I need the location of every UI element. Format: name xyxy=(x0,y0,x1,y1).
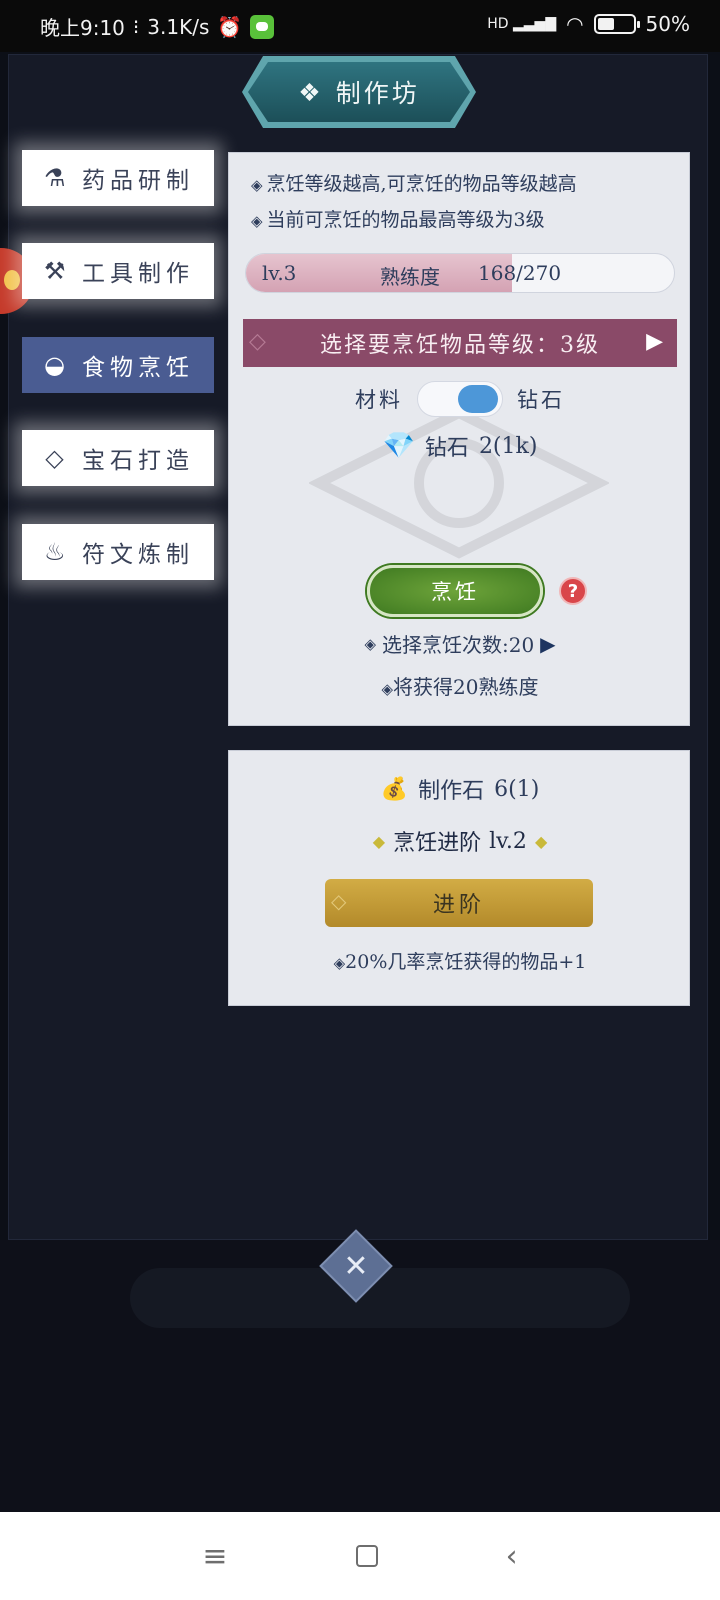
cost-label: 钻石 xyxy=(424,436,469,461)
stone-value: 6(1) xyxy=(494,776,540,802)
status-left: 晚上9:10 ⁝ 3.1K/s ⏰ xyxy=(40,12,275,41)
yellow-diamond-icon: ◆ xyxy=(372,831,386,851)
sidebar-item-runes[interactable]: ♨ 符文炼制 xyxy=(22,524,214,580)
advance-panel: 💰 制作石 6(1) ◆ 烹饪进阶 lv.2 ◆ ◇ 进阶 ◈20%几率烹饪获得… xyxy=(228,750,690,1006)
alarm-icon: ⏰ xyxy=(217,14,243,39)
cook-button[interactable]: 烹饪 xyxy=(367,565,543,617)
play-arrow-icon: ▶ xyxy=(646,329,665,354)
cost-type-toggle-row: 材料 钻石 xyxy=(229,375,691,423)
cook-count-label: 选择烹饪次数:20 xyxy=(381,633,535,657)
sidebar-item-label: 符文炼制 xyxy=(82,542,194,568)
sidebar-item-cooking[interactable]: ◒ 食物烹饪 xyxy=(22,337,214,393)
back-icon[interactable]: ‹ xyxy=(506,1539,518,1574)
yellow-diamond-icon: ◆ xyxy=(534,831,548,851)
shovel-icon: ⚒ xyxy=(44,257,71,285)
ornament-icon: ◇ xyxy=(249,329,268,354)
status-time: 晚上9:10 xyxy=(40,16,125,40)
potion-icon: ⚗ xyxy=(44,164,71,192)
advance-button[interactable]: ◇ 进阶 xyxy=(325,879,593,927)
hint-text: 当前可烹饪的物品最高等级为3级 xyxy=(266,209,545,231)
sidebar-item-gems[interactable]: ◇ 宝石打造 xyxy=(22,430,214,486)
toggle-left-label: 材料 xyxy=(355,388,403,412)
proficiency-bar: lv.3 熟练度 168/270 xyxy=(245,253,675,293)
advance-button-label: 进阶 xyxy=(432,893,485,918)
home-icon[interactable] xyxy=(355,1545,378,1567)
proficiency-label: 熟练度 xyxy=(380,265,440,289)
title-plate: ❖ 制作坊 xyxy=(248,62,470,122)
sidebar-item-label: 工具制作 xyxy=(82,261,194,287)
bonus-text-row: ◈20%几率烹饪获得的物品+1 xyxy=(229,947,691,974)
crafting-stone-row: 💰 制作石 6(1) xyxy=(229,773,691,805)
advance-level: lv.2 xyxy=(489,828,527,854)
toggle-right-label: 钻石 xyxy=(517,388,565,412)
battery-icon xyxy=(593,14,640,34)
signal-icon: HD ▂▃▅▇ xyxy=(487,16,557,32)
status-right: HD ▂▃▅▇ ◠ 50% xyxy=(487,12,690,36)
proficiency-value: 168/270 xyxy=(478,261,562,285)
sidebar-item-label: 药品研制 xyxy=(82,168,194,194)
hint-max-level: ◈ 当前可烹饪的物品最高等级为3级 xyxy=(251,205,545,232)
sidebar-item-label: 宝石打造 xyxy=(82,448,194,474)
battery-percent: 50% xyxy=(645,12,690,36)
sidebar-item-label: 食物烹饪 xyxy=(82,355,194,381)
status-divider: ⁝ xyxy=(132,14,140,39)
status-bar: 晚上9:10 ⁝ 3.1K/s ⏰ HD ▂▃▅▇ ◠ 50% xyxy=(0,0,720,52)
diamond-bullet-icon: ◈ xyxy=(333,954,346,972)
close-button[interactable]: ✕ xyxy=(330,1240,382,1292)
diamond-icon: 💎 xyxy=(382,431,415,461)
level-select-button[interactable]: ◇ 选择要烹饪物品等级：3级 ▶ xyxy=(243,319,677,367)
bowl-icon: ◒ xyxy=(44,351,70,379)
cost-row: 💎 钻石 2(1k) xyxy=(229,423,691,469)
level-select-label: 选择要烹饪物品等级：3级 xyxy=(320,333,600,358)
wechat-icon xyxy=(250,14,275,39)
cook-count-row[interactable]: ◈ 选择烹饪次数:20 ▶ xyxy=(229,629,691,658)
advance-label: 烹饪进阶 xyxy=(393,831,482,856)
bonus-text: 20%几率烹饪获得的物品+1 xyxy=(345,951,587,973)
hint-text: 烹饪等级越高,可烹饪的物品等级越高 xyxy=(266,173,577,195)
hint-cooking-level: ◈ 烹饪等级越高,可烹饪的物品等级越高 xyxy=(251,169,577,196)
system-nav-bar: ≡ ‹ xyxy=(0,1512,720,1600)
menu-icon[interactable]: ≡ xyxy=(202,1539,227,1574)
cost-type-toggle[interactable] xyxy=(417,381,503,417)
status-speed: 3.1K/s xyxy=(147,14,210,39)
toggle-knob xyxy=(458,385,498,413)
ornament-icon: ◇ xyxy=(331,889,351,913)
wifi-icon: ◠ xyxy=(566,12,584,36)
close-icon: ✕ xyxy=(343,1248,369,1284)
cooking-panel: ◈ 烹饪等级越高,可烹饪的物品等级越高 ◈ 当前可烹饪的物品最高等级为3级 lv.3… xyxy=(228,152,690,726)
diamond-bullet-icon: ◈ xyxy=(251,212,263,230)
network-label: HD xyxy=(487,16,509,32)
proficiency-gain-row: ◈将获得20熟练度 xyxy=(229,671,691,700)
page-title: 制作坊 xyxy=(335,79,420,108)
gem-icon: ◇ xyxy=(45,444,69,472)
diamond-bullet-icon: ◈ xyxy=(251,176,263,194)
cost-value: 2(1k) xyxy=(478,433,538,459)
flame-icon: ♨ xyxy=(44,538,71,566)
workshop-icon: ❖ xyxy=(298,77,324,107)
diamond-bullet-icon: ◈ xyxy=(364,634,376,653)
play-arrow-icon[interactable]: ▶ xyxy=(540,632,555,656)
pouch-icon: 💰 xyxy=(380,776,409,802)
stone-label: 制作石 xyxy=(418,779,485,804)
sidebar-item-tools[interactable]: ⚒ 工具制作 xyxy=(22,243,214,299)
gain-label: 将获得20熟练度 xyxy=(393,675,539,699)
advance-level-row: ◆ 烹饪进阶 lv.2 ◆ xyxy=(229,825,691,857)
sidebar-item-medicine[interactable]: ⚗ 药品研制 xyxy=(22,150,214,206)
diamond-bullet-icon: ◈ xyxy=(381,680,394,698)
help-icon[interactable]: ? xyxy=(559,577,587,605)
proficiency-level: lv.3 xyxy=(262,261,297,285)
